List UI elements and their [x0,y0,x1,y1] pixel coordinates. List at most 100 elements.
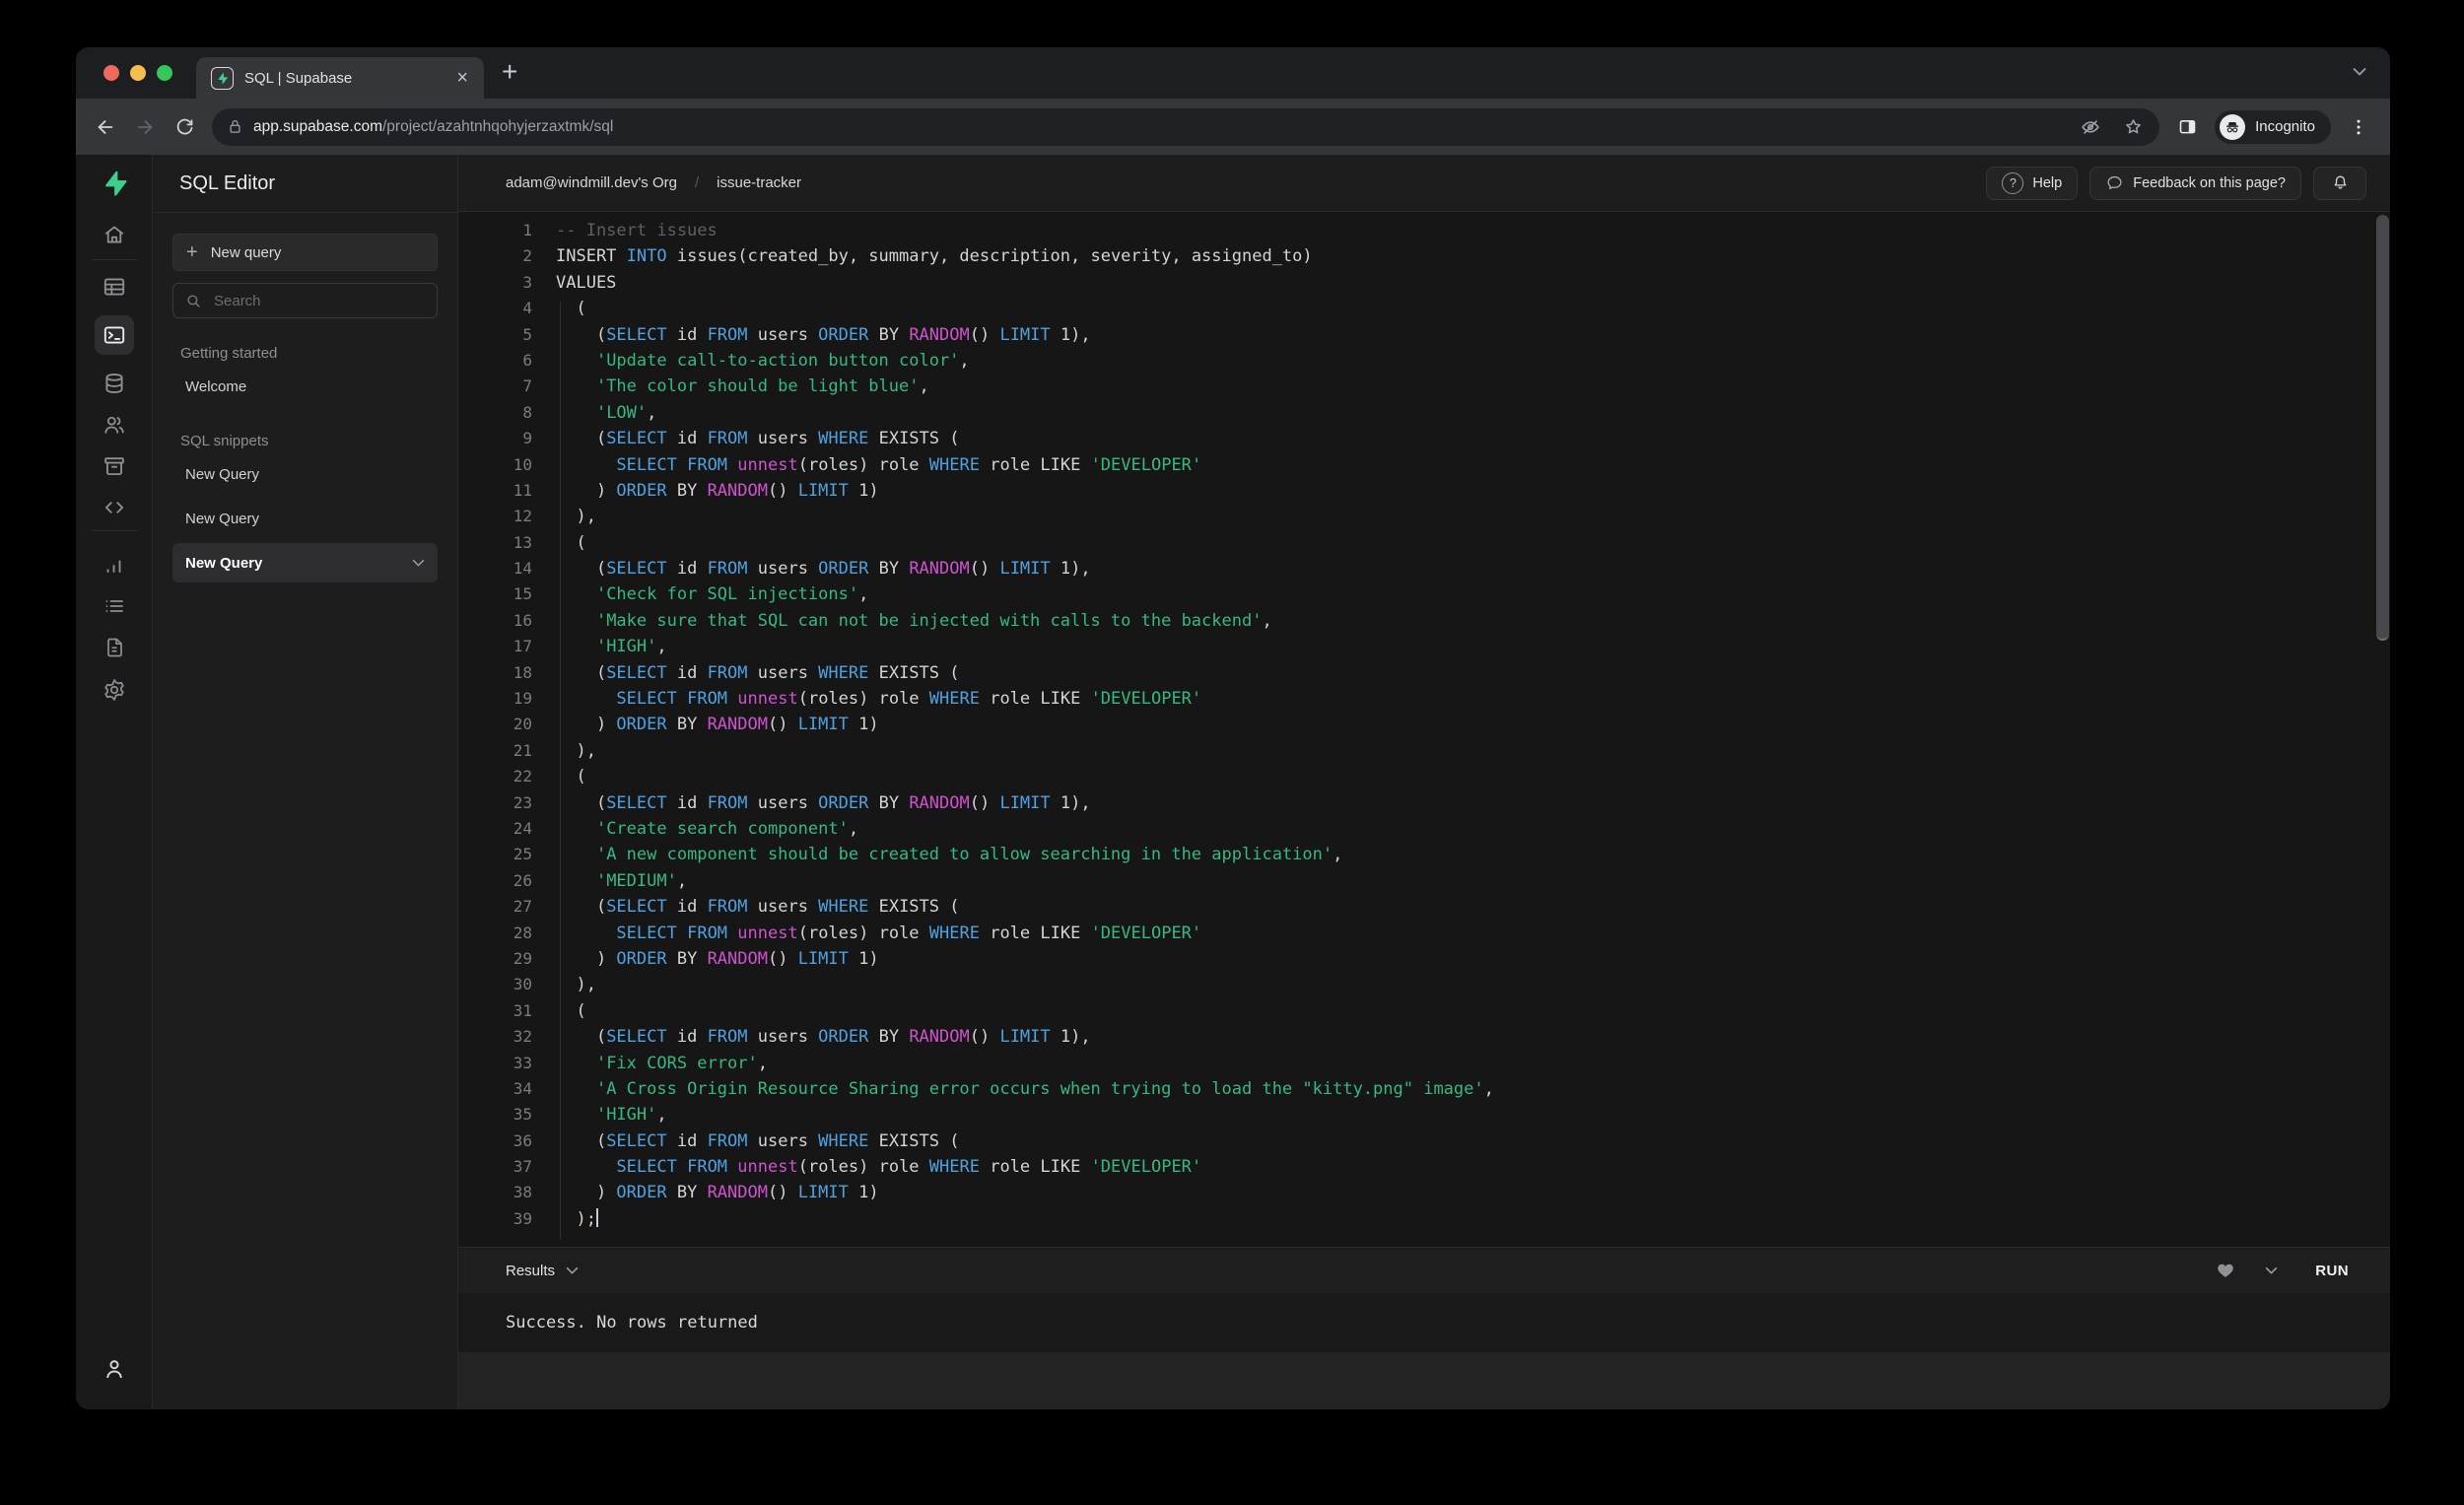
results-dropdown[interactable]: Results [506,1263,2216,1279]
storage-icon[interactable] [102,453,127,479]
close-window-button[interactable] [103,65,119,81]
eye-off-icon[interactable] [2080,116,2101,138]
code-line[interactable]: 8 'LOW', [458,400,2390,426]
code-line[interactable]: 1 -- Insert issues [458,218,2390,243]
code-line[interactable]: 9 (SELECT id FROM users WHERE EXISTS ( [458,426,2390,451]
tab-search-chevron-icon[interactable] [2353,67,2366,76]
snippet-item[interactable]: Welcome [172,367,438,406]
code-line[interactable]: 25 'A new component should be created to… [458,842,2390,867]
code-line[interactable]: 28 SELECT FROM unnest(roles) role WHERE … [458,921,2390,946]
favorite-heart-icon[interactable] [2216,1262,2235,1280]
search-input[interactable] [212,291,425,310]
bookmark-star-icon[interactable] [2123,116,2144,137]
code-line[interactable]: 31 ( [458,998,2390,1024]
line-number: 3 [522,272,532,292]
code-line[interactable]: 19 SELECT FROM unnest(roles) role WHERE … [458,686,2390,712]
feedback-label: Feedback on this page? [2133,174,2286,191]
code-line[interactable]: 6 'Update call-to-action button color', [458,348,2390,374]
code-line[interactable]: 39 ); [458,1206,2390,1232]
code-line[interactable]: 17 'HIGH', [458,634,2390,659]
code-lines: 1 -- Insert issues 2 INSERT INTO issues(cre… [458,218,2390,1232]
code-line[interactable]: 23 (SELECT id FROM users ORDER BY RANDOM… [458,790,2390,816]
code-line[interactable]: 5 (SELECT id FROM users ORDER BY RANDOM(… [458,322,2390,348]
code-text: 'A Cross Origin Resource Sharing error o… [595,1078,1494,1099]
help-button[interactable]: ? Help [1986,166,2079,200]
home-icon[interactable] [102,222,127,247]
code-line[interactable]: 36 (SELECT id FROM users WHERE EXISTS ( [458,1129,2390,1154]
back-icon[interactable] [86,107,125,147]
notifications-button[interactable] [2313,166,2366,200]
feedback-button[interactable]: Feedback on this page? [2089,166,2301,200]
code-text: 'Create search component', [595,818,859,839]
side-panel-icon[interactable] [2167,107,2207,147]
tab-close-icon[interactable]: × [452,68,472,88]
supabase-app: SQL Editor + New query Getting started We… [76,155,2390,1409]
code-line[interactable]: 22 ( [458,764,2390,789]
sql-editor-nav-item[interactable] [94,315,134,355]
reload-icon[interactable] [165,107,204,147]
run-options-chevron-icon[interactable] [2265,1266,2278,1274]
snippet-item[interactable]: New Query [172,543,438,582]
api-code-icon[interactable] [102,495,127,520]
reports-chart-icon[interactable] [103,553,126,577]
minimize-window-button[interactable] [130,65,146,81]
search-box[interactable] [172,283,438,318]
code-line[interactable]: 15 'Check for SQL injections', [458,581,2390,607]
code-line[interactable]: 20 ) ORDER BY RANDOM() LIMIT 1) [458,712,2390,737]
browser-tab[interactable]: SQL | Supabase × [196,57,484,99]
code-line[interactable]: 24 'Create search component', [458,816,2390,842]
zoom-window-button[interactable] [157,65,172,81]
line-number: 29 [513,948,532,968]
sql-code-editor[interactable]: 1 -- Insert issues 2 INSERT INTO issues(cre… [458,212,2390,1247]
code-line[interactable]: 35 'HIGH', [458,1102,2390,1128]
code-line[interactable]: 34 'A Cross Origin Resource Sharing erro… [458,1076,2390,1102]
code-line[interactable]: 16 'Make sure that SQL can not be inject… [458,608,2390,634]
breadcrumb-org[interactable]: adam@windmill.dev's Org [506,174,677,191]
supabase-logo-icon[interactable] [100,169,129,198]
new-tab-button[interactable]: + [502,57,517,89]
code-line[interactable]: 10 SELECT FROM unnest(roles) role WHERE … [458,452,2390,478]
code-line[interactable]: 4 ( [458,296,2390,321]
code-line[interactable]: 21 ), [458,738,2390,764]
code-line[interactable]: 27 (SELECT id FROM users WHERE EXISTS ( [458,894,2390,920]
code-line[interactable]: 29 ) ORDER BY RANDOM() LIMIT 1) [458,946,2390,972]
code-line[interactable]: 13 ( [458,530,2390,556]
indent-guide [560,302,561,1239]
code-line[interactable]: 14 (SELECT id FROM users ORDER BY RANDOM… [458,556,2390,581]
snippet-item[interactable]: New Query [172,454,438,494]
incognito-label: Incognito [2255,118,2315,135]
line-number: 30 [513,975,532,994]
run-button[interactable]: RUN [2315,1263,2349,1279]
new-query-button[interactable]: + New query [172,234,438,271]
code-line[interactable]: 7 'The color should be light blue', [458,374,2390,399]
code-line[interactable]: 32 (SELECT id FROM users ORDER BY RANDOM… [458,1024,2390,1050]
code-line[interactable]: 37 SELECT FROM unnest(roles) role WHERE … [458,1154,2390,1180]
scrollbar-thumb[interactable] [2376,215,2389,641]
breadcrumb-project[interactable]: issue-tracker [717,174,801,191]
code-line[interactable]: 33 'Fix CORS error', [458,1051,2390,1076]
code-text: (SELECT id FROM users WHERE EXISTS ( [556,429,960,449]
breadcrumb-separator: / [694,174,700,191]
logs-list-icon[interactable] [103,594,126,618]
code-line[interactable]: 18 (SELECT id FROM users WHERE EXISTS ( [458,660,2390,686]
line-number: 33 [513,1053,532,1072]
menu-dots-icon[interactable] [2339,107,2378,147]
code-text: ), [556,740,596,761]
snippet-item[interactable]: New Query [172,499,438,538]
code-line[interactable]: 11 ) ORDER BY RANDOM() LIMIT 1) [458,478,2390,504]
account-user-icon[interactable] [102,1356,127,1382]
code-line[interactable]: 38 ) ORDER BY RANDOM() LIMIT 1) [458,1180,2390,1205]
code-line[interactable]: 3 VALUES [458,270,2390,296]
code-line[interactable]: 12 ), [458,504,2390,529]
docs-file-icon[interactable] [103,636,126,659]
url-bar[interactable]: app.supabase.com/project/azahtnhqohyjerz… [212,107,2160,146]
code-line[interactable]: 30 ), [458,972,2390,997]
forward-icon[interactable] [125,107,165,147]
auth-users-icon[interactable] [102,412,127,438]
settings-gear-icon[interactable] [102,677,127,703]
code-line[interactable]: 26 'MEDIUM', [458,868,2390,894]
database-icon[interactable] [102,371,127,396]
table-editor-icon[interactable] [102,274,127,300]
code-line[interactable]: 2 INSERT INTO issues(created_by, summary,… [458,243,2390,269]
window-controls [76,65,196,81]
